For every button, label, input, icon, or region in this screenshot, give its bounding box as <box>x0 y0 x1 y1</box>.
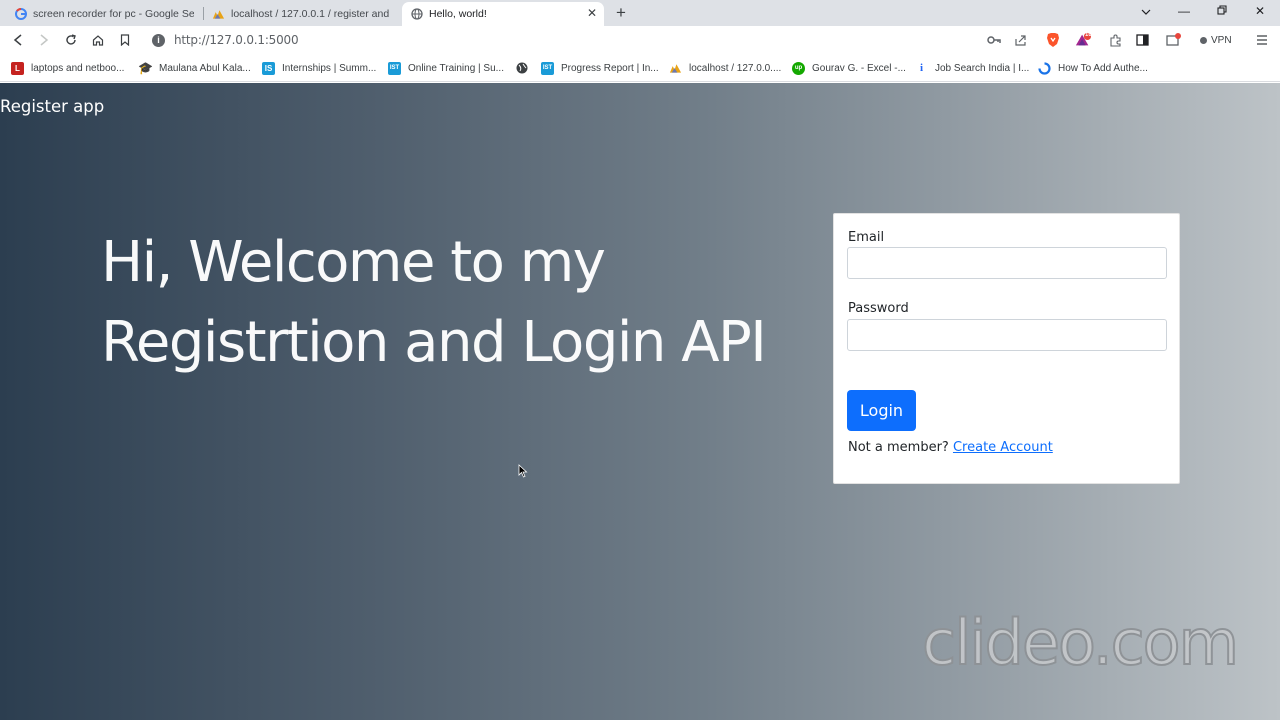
hero-heading: Hi, Welcome to my Registrtion and Login … <box>101 223 821 383</box>
home-icon[interactable] <box>89 31 107 49</box>
bookmarks-bar: L laptops and netboo... 🎓 Maulana Abul K… <box>0 55 1280 82</box>
bookmark-label: Progress Report | In... <box>561 62 659 74</box>
signup-prompt: Not a member? Create Account <box>848 440 1053 455</box>
tab-phpmyadmin[interactable]: localhost / 127.0.0.1 / register and log… <box>204 2 400 26</box>
navbar-brand[interactable]: Register app <box>0 97 104 116</box>
bookmark-item[interactable]: L laptops and netboo... <box>11 60 124 76</box>
bookmark-item[interactable]: How To Add Authe... <box>1038 60 1148 76</box>
spinner-icon <box>1038 61 1051 75</box>
url-text[interactable]: http://127.0.0.1:5000 <box>174 33 299 47</box>
share-icon[interactable] <box>1013 32 1029 48</box>
vpn-button[interactable]: VPN <box>1200 32 1232 48</box>
google-icon <box>14 8 27 21</box>
bookmark-icon[interactable] <box>116 31 134 49</box>
email-field[interactable] <box>847 247 1167 279</box>
bookmark-item[interactable]: IST Online Training | Su... <box>388 60 504 76</box>
mortarboard-icon: 🎓 <box>138 61 153 75</box>
hero-line-1: Hi, Welcome to my <box>101 230 606 295</box>
key-icon[interactable] <box>986 32 1002 48</box>
bookmark-label: Online Training | Su... <box>408 62 504 74</box>
tab-google-search[interactable]: screen recorder for pc - Google Search <box>6 2 202 26</box>
close-window-button[interactable]: ✕ <box>1250 4 1270 18</box>
internshala-icon: IS <box>262 61 275 75</box>
bookmark-item[interactable]: IS Internships | Summ... <box>262 60 376 76</box>
login-button[interactable]: Login <box>847 390 916 431</box>
extensions-icon[interactable] <box>1107 32 1123 48</box>
forward-icon[interactable] <box>35 31 53 49</box>
email-label: Email <box>848 230 885 245</box>
bookmark-label: Gourav G. - Excel -... <box>812 62 906 74</box>
indeed-icon: i <box>919 62 924 74</box>
bookmark-label: localhost / 127.0.0.... <box>689 62 782 74</box>
password-field[interactable] <box>847 319 1167 351</box>
ist-favicon-icon: IST <box>388 61 401 75</box>
not-member-text: Not a member? <box>848 440 949 455</box>
bookmark-item[interactable]: localhost / 127.0.0.... <box>669 60 781 76</box>
rewards-icon[interactable]: 10 <box>1075 32 1092 48</box>
tab-title: screen recorder for pc - Google Search <box>33 8 194 20</box>
globe-icon <box>515 62 528 75</box>
watermark: clideo.com <box>921 605 1240 680</box>
brave-shield-icon[interactable] <box>1045 32 1061 48</box>
browser-toolbar: i http://127.0.0.1:5000 10 VPN <box>0 26 1280 55</box>
wallet-icon[interactable] <box>1166 32 1182 48</box>
ist-favicon-icon: IST <box>541 61 554 75</box>
tab-strip: screen recorder for pc - Google Search l… <box>0 0 1280 26</box>
bookmark-label: Job Search India | I... <box>935 62 1030 74</box>
page-content: Register app Hi, Welcome to my Registrti… <box>0 83 1280 720</box>
create-account-link[interactable]: Create Account <box>953 440 1053 455</box>
vpn-label: VPN <box>1211 34 1232 46</box>
bookmark-item[interactable]: IST Progress Report | In... <box>541 60 659 76</box>
upwork-icon: up <box>792 61 805 75</box>
bookmark-label: How To Add Authe... <box>1058 62 1148 74</box>
bookmark-label: laptops and netboo... <box>31 62 125 74</box>
bookmark-item[interactable] <box>515 60 535 76</box>
bookmark-label: Internships | Summ... <box>282 62 377 74</box>
bookmark-item[interactable]: up Gourav G. - Excel -... <box>792 60 906 76</box>
globe-icon <box>410 8 423 21</box>
hero-line-2: Registrtion and Login API <box>101 310 767 375</box>
sidebar-icon[interactable] <box>1134 32 1150 48</box>
laptops-favicon-icon: L <box>11 61 24 75</box>
tab-title: Hello, world! <box>429 8 487 20</box>
menu-icon[interactable] <box>1254 32 1270 48</box>
phpmyadmin-icon <box>669 62 682 75</box>
minimize-button[interactable]: — <box>1174 4 1194 18</box>
login-card: Email Password Login Not a member? Creat… <box>833 213 1180 484</box>
chevron-down-icon[interactable] <box>1136 4 1156 18</box>
info-icon[interactable]: i <box>152 33 165 47</box>
password-label: Password <box>848 301 909 316</box>
bookmark-label: Maulana Abul Kala... <box>159 62 251 74</box>
restore-button[interactable] <box>1212 4 1232 18</box>
close-icon[interactable]: ✕ <box>587 6 597 20</box>
new-tab-button[interactable]: + <box>612 3 630 23</box>
phpmyadmin-icon <box>212 8 225 21</box>
tab-hello-world[interactable]: Hello, world! ✕ <box>402 2 604 26</box>
bookmark-item[interactable]: 🎓 Maulana Abul Kala... <box>138 60 251 76</box>
bookmark-item[interactable]: i Job Search India | I... <box>915 60 1029 76</box>
reload-icon[interactable] <box>62 31 80 49</box>
notification-count: 10 <box>1085 32 1092 38</box>
tab-title: localhost / 127.0.0.1 / register and log… <box>231 8 392 20</box>
back-icon[interactable] <box>9 31 27 49</box>
vpn-status-icon <box>1200 36 1207 44</box>
